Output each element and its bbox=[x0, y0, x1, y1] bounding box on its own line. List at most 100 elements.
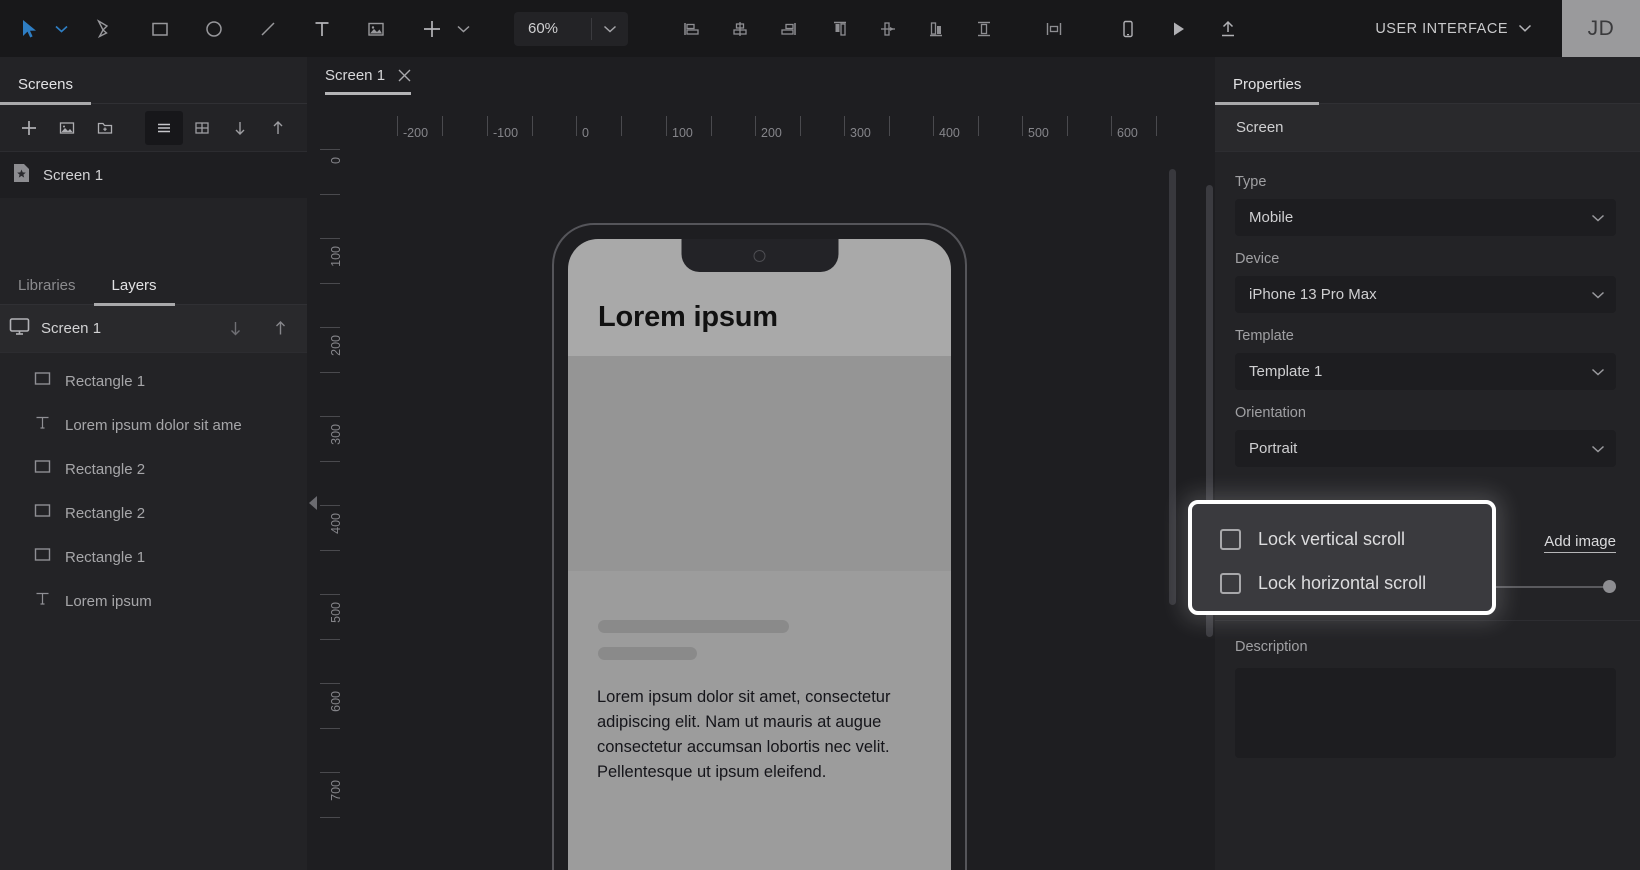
device-select-value: iPhone 13 Pro Max bbox=[1249, 286, 1377, 303]
add-screen-icon[interactable] bbox=[10, 111, 48, 145]
field-device: Device iPhone 13 Pro Max bbox=[1235, 251, 1616, 313]
lock-vertical-scroll-checkbox[interactable] bbox=[1220, 528, 1241, 550]
layer-item[interactable]: Rectangle 1 bbox=[0, 359, 307, 403]
lock-horizontal-scroll-row[interactable]: Lock horizontal scroll bbox=[1220, 561, 1492, 605]
layer-item[interactable]: Rectangle 2 bbox=[0, 491, 307, 535]
ruler-h-label: 200 bbox=[761, 126, 782, 140]
avatar[interactable]: JD bbox=[1562, 0, 1640, 57]
tab-screens[interactable]: Screens bbox=[0, 76, 92, 105]
tab-libraries-label: Libraries bbox=[18, 277, 76, 294]
layer-item-label: Lorem ipsum bbox=[65, 592, 152, 610]
pen-tool[interactable] bbox=[84, 7, 128, 51]
field-type-label: Type bbox=[1235, 174, 1267, 190]
panel-collapse-handle[interactable] bbox=[307, 491, 319, 515]
play-icon[interactable] bbox=[1156, 7, 1200, 51]
layer-item-label: Rectangle 1 bbox=[65, 372, 146, 390]
align-left-icon[interactable] bbox=[670, 7, 714, 51]
top-toolbar: 60% USER INTERFACE JD bbox=[0, 0, 1640, 57]
phone-mockup[interactable]: Lorem ipsum Lorem ipsum dolor sit amet, … bbox=[552, 223, 967, 870]
screen-star-icon bbox=[12, 163, 31, 188]
grid-view-icon[interactable] bbox=[183, 111, 221, 145]
mobile-preview-icon[interactable] bbox=[1106, 7, 1150, 51]
image-tool[interactable] bbox=[354, 7, 398, 51]
layer-item[interactable]: Rectangle 2 bbox=[0, 447, 307, 491]
properties-fields: Type Mobile Device iPhone 13 Pro Max Tem… bbox=[1215, 152, 1640, 467]
align-middle-vertical-icon[interactable] bbox=[866, 7, 910, 51]
add-image-screen-icon[interactable] bbox=[48, 111, 86, 145]
zoom-selector[interactable]: 60% bbox=[514, 11, 628, 46]
horizontal-ruler[interactable]: -200 -100 0 100 200 300 400 500 600 bbox=[307, 104, 1215, 149]
layer-item[interactable]: Rectangle 1 bbox=[0, 535, 307, 579]
zoom-value: 60% bbox=[528, 20, 559, 37]
rectangle-tool[interactable] bbox=[138, 7, 182, 51]
phone-notch bbox=[681, 239, 838, 272]
properties-sidebar: Properties Screen Type Mobile Device iPh… bbox=[1188, 57, 1640, 870]
add-folder-icon[interactable] bbox=[86, 111, 124, 145]
distribute-vertical-icon[interactable] bbox=[962, 7, 1006, 51]
chevron-down-icon bbox=[1591, 291, 1605, 299]
canvas-tab-screen-1[interactable]: Screen 1 bbox=[317, 57, 419, 104]
type-select-value: Mobile bbox=[1249, 209, 1294, 226]
ruler-v-label: 600 bbox=[329, 691, 343, 712]
ruler-v-label: 400 bbox=[329, 513, 343, 534]
zoom-caret-icon[interactable] bbox=[592, 25, 628, 33]
rectangle-layer-icon bbox=[34, 502, 51, 524]
sort-down-icon[interactable] bbox=[221, 111, 259, 145]
align-center-horizontal-icon[interactable] bbox=[718, 7, 762, 51]
opacity-slider-knob[interactable] bbox=[1603, 580, 1616, 593]
tab-libraries[interactable]: Libraries bbox=[0, 277, 94, 305]
text-tool[interactable] bbox=[300, 7, 344, 51]
select-tool-caret-icon[interactable] bbox=[52, 7, 70, 51]
align-bottom-icon[interactable] bbox=[914, 7, 958, 51]
properties-subtitle-label: Screen bbox=[1236, 119, 1284, 136]
align-top-icon[interactable] bbox=[818, 7, 862, 51]
list-view-icon[interactable] bbox=[145, 110, 183, 145]
distribute-horizontal-icon[interactable] bbox=[1032, 7, 1076, 51]
ruler-h-label: -200 bbox=[403, 126, 429, 140]
device-select[interactable]: iPhone 13 Pro Max bbox=[1235, 276, 1616, 313]
align-group bbox=[670, 7, 810, 51]
add-tool[interactable] bbox=[410, 7, 454, 51]
canvas-vertical-scrollbar[interactable] bbox=[1169, 169, 1176, 605]
line-tool[interactable] bbox=[246, 7, 290, 51]
orientation-select-value: Portrait bbox=[1249, 440, 1298, 457]
camera-icon bbox=[753, 249, 766, 262]
layer-item[interactable]: Lorem ipsum dolor sit ame bbox=[0, 403, 307, 447]
close-icon[interactable] bbox=[398, 69, 411, 92]
preview-group bbox=[1106, 7, 1250, 51]
placeholder-bar-1 bbox=[598, 620, 789, 633]
canvas-area: Screen 1 -200 -100 0 100 200 300 400 500… bbox=[307, 57, 1215, 870]
add-image-link[interactable]: Add image bbox=[1544, 533, 1616, 553]
rectangle-layer-icon bbox=[34, 370, 51, 392]
select-tool[interactable] bbox=[8, 7, 52, 51]
layers-move-down-icon[interactable] bbox=[218, 312, 252, 346]
description-textarea[interactable] bbox=[1235, 668, 1616, 758]
tab-properties[interactable]: Properties bbox=[1215, 76, 1320, 105]
template-select-value: Template 1 bbox=[1249, 363, 1323, 380]
mockup-body-text: Lorem ipsum dolor sit amet, consectetur … bbox=[597, 688, 891, 781]
field-device-label: Device bbox=[1235, 251, 1280, 267]
type-select[interactable]: Mobile bbox=[1235, 199, 1616, 236]
chevron-down-icon bbox=[1591, 214, 1605, 222]
sort-up-icon[interactable] bbox=[259, 111, 297, 145]
layer-item[interactable]: Lorem ipsum bbox=[0, 579, 307, 623]
layers-root-row[interactable]: Screen 1 bbox=[0, 305, 307, 353]
field-orientation-label: Orientation bbox=[1235, 405, 1306, 421]
tab-layers[interactable]: Layers bbox=[93, 277, 175, 306]
field-orientation: Orientation Portrait bbox=[1235, 405, 1616, 467]
align-right-icon[interactable] bbox=[766, 7, 810, 51]
layers-move-up-icon[interactable] bbox=[263, 312, 297, 346]
ellipse-tool[interactable] bbox=[192, 7, 236, 51]
lock-horizontal-scroll-checkbox[interactable] bbox=[1220, 572, 1241, 594]
lock-vertical-scroll-row[interactable]: Lock vertical scroll bbox=[1220, 517, 1492, 561]
add-tool-caret-icon[interactable] bbox=[454, 7, 472, 51]
upload-icon[interactable] bbox=[1206, 7, 1250, 51]
tab-screens-label: Screens bbox=[18, 76, 74, 93]
field-type: Type Mobile bbox=[1235, 174, 1616, 236]
orientation-select[interactable]: Portrait bbox=[1235, 430, 1616, 467]
project-selector[interactable]: USER INTERFACE bbox=[1369, 21, 1538, 37]
project-caret-icon bbox=[1518, 24, 1532, 32]
screen-list-item[interactable]: Screen 1 bbox=[0, 152, 307, 198]
canvas-viewport[interactable]: Lorem ipsum Lorem ipsum dolor sit amet, … bbox=[352, 149, 1215, 870]
template-select[interactable]: Template 1 bbox=[1235, 353, 1616, 390]
